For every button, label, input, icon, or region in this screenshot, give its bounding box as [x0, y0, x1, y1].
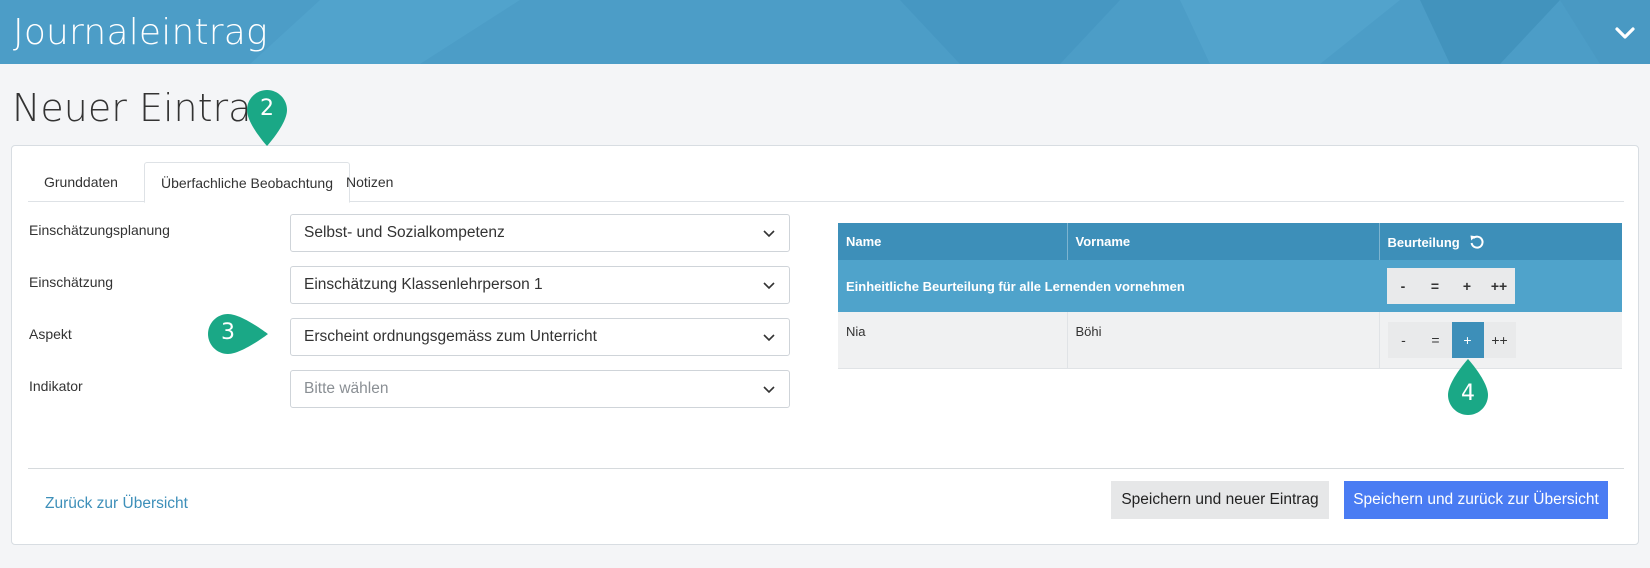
chevron-down-icon [763, 282, 775, 290]
save-and-back-button[interactable]: Speichern und zurück zur Übersicht [1344, 481, 1608, 519]
callout-marker-4: 4 [1446, 357, 1490, 419]
bulk-rating-plusplus-button[interactable]: ++ [1483, 268, 1515, 304]
rating-plusplus-button[interactable]: ++ [1483, 321, 1516, 358]
bulk-rating-plus-button[interactable]: + [1451, 268, 1483, 304]
page-title: Neuer Eintrag [12, 86, 275, 130]
student-rating-buttons: - = + ++ [1387, 321, 1516, 358]
chevron-down-icon [763, 386, 775, 394]
rating-minus-button[interactable]: - [1387, 321, 1420, 358]
chevron-down-icon[interactable] [1614, 24, 1636, 42]
indicator-placeholder: Bitte wählen [304, 380, 389, 397]
tab-notizen[interactable]: Notizen [330, 162, 409, 202]
rating-table: Name Vorname Beurteilung Einheitliche Be… [838, 223, 1622, 369]
app-header: Journaleintrag [0, 0, 1650, 64]
reset-icon[interactable] [1469, 234, 1485, 250]
app-title: Journaleintrag [13, 12, 268, 53]
column-header-name: Name [838, 223, 1068, 260]
callout-marker-2: 2 [245, 88, 289, 150]
aspect-label: Aspekt [29, 326, 72, 342]
footer-divider [28, 468, 1624, 469]
rating-header-label: Beurteilung [1387, 234, 1460, 250]
planning-select[interactable]: Selbst- und Sozialkompetenz [290, 214, 790, 252]
rating-equal-button[interactable]: = [1419, 321, 1452, 358]
table-row: Nia Böhi - = + ++ [838, 312, 1622, 369]
back-to-overview-link[interactable]: Zurück zur Übersicht [45, 495, 188, 513]
tab-grunddaten[interactable]: Grunddaten [28, 162, 134, 202]
chevron-down-icon [763, 230, 775, 238]
bulk-rating-equal-button[interactable]: = [1419, 268, 1451, 304]
assessment-value: Einschätzung Klassenlehrperson 1 [304, 276, 543, 293]
indicator-select[interactable]: Bitte wählen [290, 370, 790, 408]
student-name: Nia [838, 312, 1068, 369]
rating-plus-button[interactable]: + [1451, 321, 1484, 358]
student-rating-cell: - = + ++ [1379, 312, 1622, 369]
planning-label: Einschätzungsplanung [29, 222, 170, 238]
tab-ueberfachliche-beobachtung[interactable]: Überfachliche Beobachtung [144, 162, 351, 203]
indicator-label: Indikator [29, 378, 83, 394]
chevron-down-icon [763, 334, 775, 342]
aspect-value: Erscheint ordnungsgemäss zum Unterricht [304, 328, 597, 345]
aspect-select[interactable]: Erscheint ordnungsgemäss zum Unterricht [290, 318, 790, 356]
student-firstname: Böhi [1067, 312, 1380, 369]
bulk-rating-label: Einheitliche Beurteilung für alle Lernen… [838, 260, 1379, 312]
column-header-rating: Beurteilung [1379, 223, 1622, 260]
bulk-rating-buttons: - = + ++ [1387, 268, 1515, 304]
assessment-select[interactable]: Einschätzung Klassenlehrperson 1 [290, 266, 790, 304]
callout-marker-3: 3 [206, 312, 272, 356]
bulk-rating-minus-button[interactable]: - [1387, 268, 1419, 304]
tab-bar: Grunddaten Überfachliche Beobachtung Not… [28, 162, 1624, 203]
column-header-firstname: Vorname [1067, 223, 1380, 260]
save-and-new-button[interactable]: Speichern und neuer Eintrag [1111, 481, 1329, 519]
bulk-rating-row: Einheitliche Beurteilung für alle Lernen… [838, 260, 1622, 312]
planning-value: Selbst- und Sozialkompetenz [304, 224, 505, 241]
bulk-rating-cell: - = + ++ [1379, 260, 1622, 312]
assessment-label: Einschätzung [29, 274, 114, 290]
